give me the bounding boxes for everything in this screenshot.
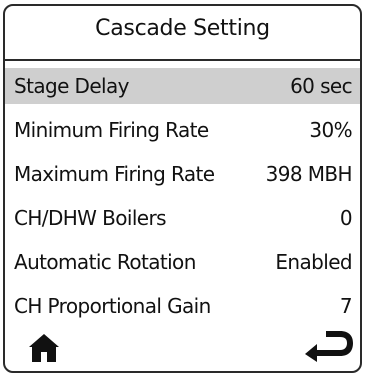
- setting-row-ch-proportional-gain[interactable]: CH Proportional Gain 7: [5, 288, 360, 324]
- setting-value: 398 MBH: [265, 162, 353, 186]
- setting-label: Maximum Firing Rate: [14, 162, 215, 186]
- home-icon[interactable]: [27, 331, 61, 365]
- setting-label: CH/DHW Boilers: [14, 206, 167, 230]
- setting-value: 60 sec: [290, 74, 353, 98]
- title-divider: [5, 59, 360, 61]
- setting-row-ch-dhw-boilers[interactable]: CH/DHW Boilers 0: [5, 200, 360, 236]
- setting-value: Enabled: [275, 250, 352, 274]
- screen-title: Cascade Setting: [95, 16, 270, 41]
- setting-row-automatic-rotation[interactable]: Automatic Rotation Enabled: [5, 244, 360, 280]
- setting-label: Minimum Firing Rate: [14, 118, 209, 142]
- setting-value: 30%: [309, 118, 352, 142]
- settings-list: Stage Delay 60 sec Minimum Firing Rate 3…: [5, 68, 360, 332]
- setting-label: CH Proportional Gain: [14, 294, 211, 318]
- setting-row-maximum-firing-rate[interactable]: Maximum Firing Rate 398 MBH: [5, 156, 360, 192]
- return-arrow-icon[interactable]: [302, 327, 356, 365]
- setting-label: Stage Delay: [14, 74, 130, 98]
- setting-row-stage-delay[interactable]: Stage Delay 60 sec: [5, 68, 360, 104]
- setting-label: Automatic Rotation: [14, 250, 196, 274]
- setting-row-minimum-firing-rate[interactable]: Minimum Firing Rate 30%: [5, 112, 360, 148]
- control-panel-screen: Cascade Setting Stage Delay 60 sec Minim…: [3, 4, 362, 373]
- setting-value: 0: [339, 206, 353, 230]
- setting-value: 7: [339, 294, 353, 318]
